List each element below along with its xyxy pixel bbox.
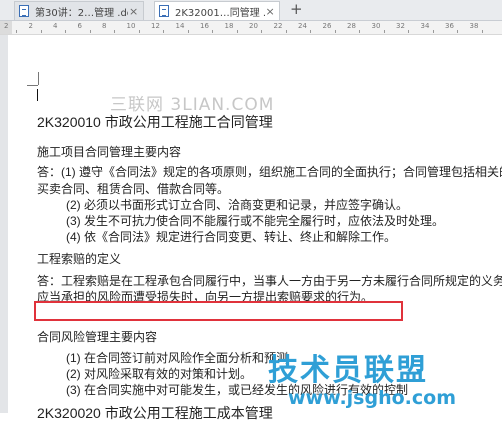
section-heading: 合同风险管理主要内容 <box>37 330 158 344</box>
text-cursor <box>37 89 38 101</box>
ruler-tick <box>334 30 336 33</box>
crop-mark <box>38 72 39 85</box>
ruler-tick <box>457 30 458 33</box>
document-icon <box>19 5 29 17</box>
page-gutter <box>0 35 8 413</box>
ruler-tick <box>285 30 287 33</box>
ruler-tick <box>408 30 409 33</box>
ruler-number: 12 <box>151 22 160 30</box>
tab-document-2[interactable]: 2K32001…同管理 .doc × <box>154 1 280 20</box>
crop-mark <box>27 85 38 86</box>
ruler-tick <box>65 30 66 33</box>
ruler-number: 38 <box>469 22 479 30</box>
ruler-tick <box>114 30 115 33</box>
ruler-number: 20 <box>249 22 258 30</box>
ruler-number: 2 <box>4 22 9 30</box>
site-logo: 技术员联盟 www.jsgho.com <box>268 345 500 413</box>
next-section-title: 2K320020 市政公用工程施工成本管理 <box>37 405 273 421</box>
red-highlight-box <box>34 301 403 321</box>
document-tab-bar: 第30讲：2…管理 .doc × 2K32001…同管理 .doc × + <box>0 0 502 21</box>
ruler-number: 6 <box>77 22 82 30</box>
tab-document-1[interactable]: 第30讲：2…管理 .doc × <box>14 1 144 20</box>
tab-label: 第30讲：2…管理 .doc <box>35 7 129 19</box>
paragraph-line: (1) 在合同签订前对风险作全面分析和预测 <box>66 351 289 365</box>
ruler-tick <box>310 30 311 33</box>
horizontal-ruler[interactable]: 2 2 4 6 8 10 12 14 16 18 20 22 24 26 28 30 32 34 36 38 <box>0 21 502 35</box>
ruler-number: 8 <box>102 22 107 30</box>
logo-url: www.jsgho.com <box>288 387 456 409</box>
ruler-tick <box>359 30 360 33</box>
logo-text: 技术员联盟 <box>268 353 428 388</box>
new-tab-button[interactable]: + <box>290 1 303 18</box>
ruler-number: 16 <box>200 22 209 30</box>
paragraph-line: (4) 依《合同法》规定进行合同变更、转让、终止和解除工作。 <box>66 230 397 244</box>
ruler-tick <box>383 30 385 33</box>
ruler-number: 4 <box>53 22 58 30</box>
paragraph-line: 买卖合同、租赁合同、借款合同等。 <box>37 182 230 196</box>
ruler-tick <box>187 30 189 33</box>
ruler-tick <box>89 30 91 33</box>
ruler-tick <box>212 30 213 33</box>
paragraph-line: 答：工程索赔是在工程承包合同履行中，当事人一方由于另一方未履行合同所规定的义务或 <box>37 274 502 288</box>
ruler-tick <box>261 30 262 33</box>
ruler-number: 32 <box>396 22 405 30</box>
paragraph-line: (2) 对风险采取有效的对策和计划。 <box>66 367 253 381</box>
section-heading: 工程索赔的定义 <box>37 252 122 266</box>
ruler-number: 34 <box>420 22 430 30</box>
document-title: 2K320010 市政公用工程施工合同管理 <box>37 114 273 130</box>
ruler-number: 36 <box>445 22 454 30</box>
section-heading: 施工项目合同管理主要内容 <box>37 145 182 159</box>
paragraph-line: (3) 发生不可抗力使合同不能履行或不能完全履行时，应依法及时处理。 <box>66 214 445 228</box>
ruler-tick <box>236 30 238 33</box>
ruler-number: 10 <box>126 22 136 30</box>
ruler-number: 2 <box>28 22 33 30</box>
ruler-number: 28 <box>347 22 356 30</box>
ruler-number: 14 <box>175 22 185 30</box>
ruler-tick <box>481 30 483 33</box>
paragraph-line: (2) 必须以书面形式订立合同、洽商变更和记录，并应签字确认。 <box>66 198 409 212</box>
ruler-number: 26 <box>322 22 332 30</box>
ruler-number: 30 <box>371 22 381 30</box>
close-tab-button[interactable]: × <box>265 5 275 18</box>
paragraph-line: 答：(1) 遵守《合同法》规定的各项原则，组织施工合同的全面执行；合同管理包括相… <box>37 165 502 179</box>
close-tab-button[interactable]: × <box>128 5 139 18</box>
ruler-number: 18 <box>224 22 234 30</box>
ruler-tick <box>432 30 434 33</box>
ruler-tick <box>163 30 164 33</box>
document-icon <box>159 5 169 17</box>
ruler-number: 24 <box>298 22 307 30</box>
ruler-number: 22 <box>273 22 283 30</box>
tab-label: 2K32001…同管理 .doc <box>175 7 265 19</box>
ruler-tick <box>138 30 140 33</box>
ruler-tick <box>16 30 17 33</box>
ruler-tick <box>40 30 42 33</box>
